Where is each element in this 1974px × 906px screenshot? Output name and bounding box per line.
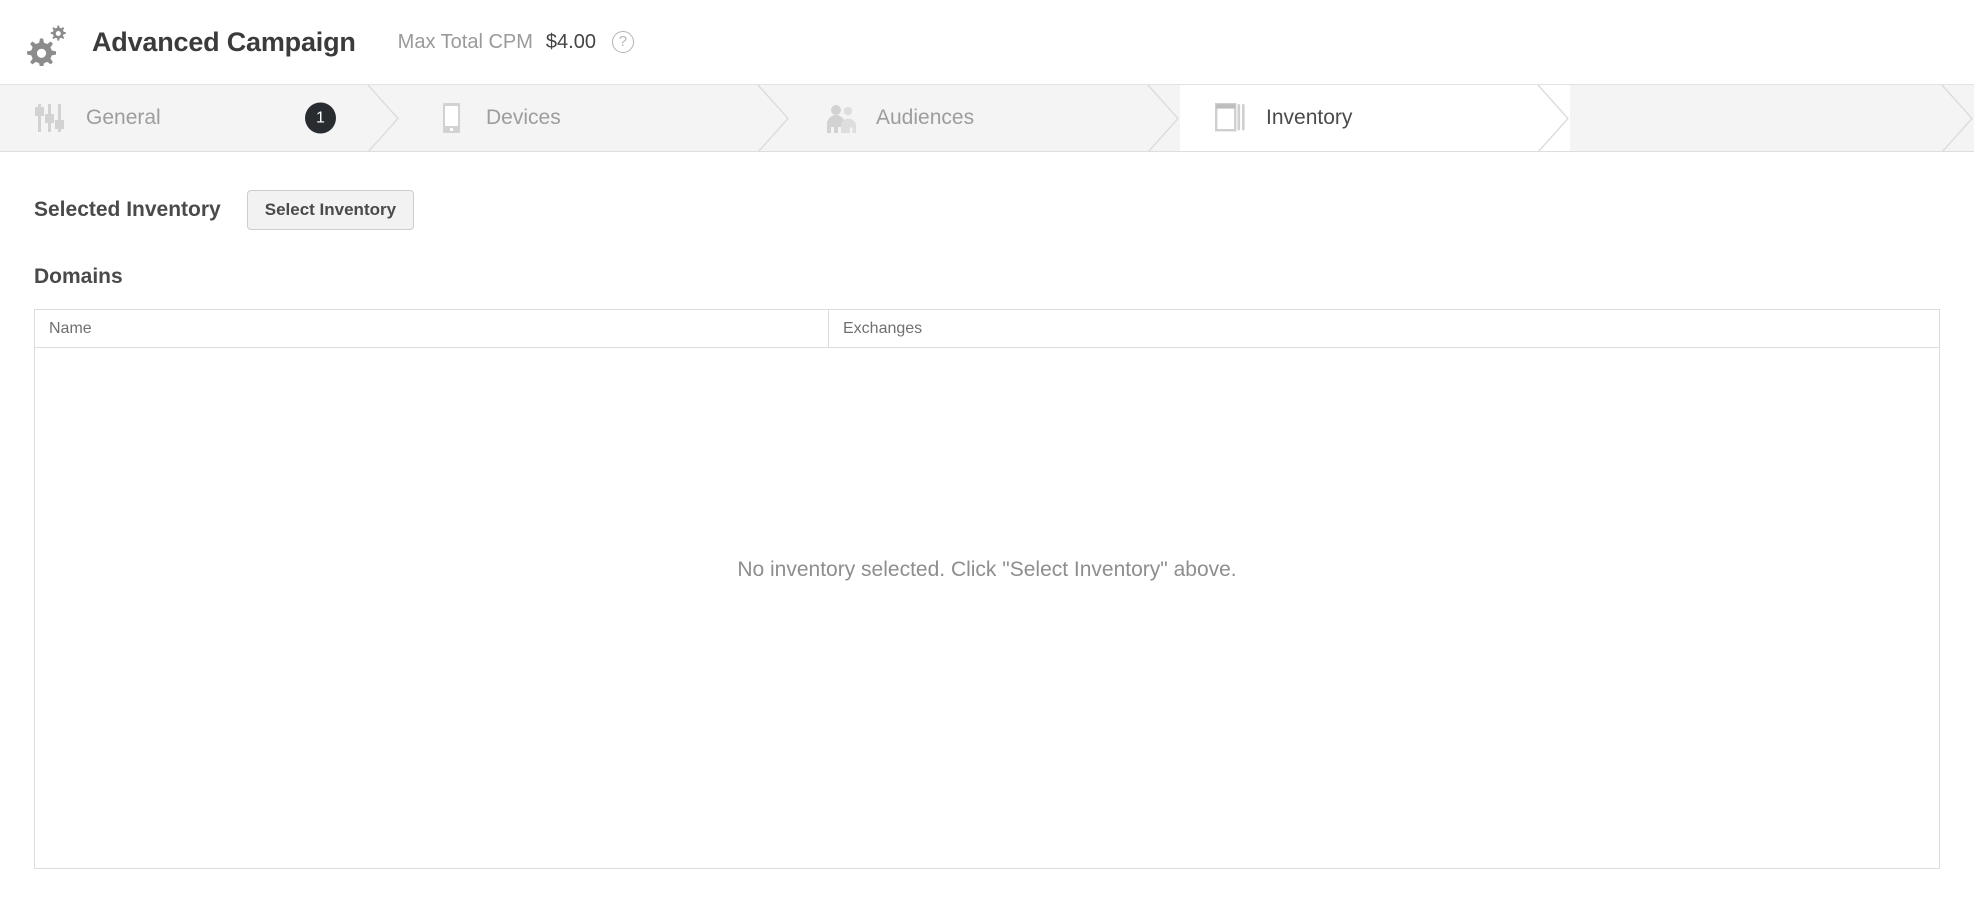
chevron-separator-icon [1537,85,1571,151]
chevron-separator-icon [367,85,401,151]
chevron-separator-icon [1941,85,1974,151]
stepper-overflow-region [1570,85,1974,151]
selected-inventory-heading: Selected Inventory [34,198,221,221]
stepper-label-audiences: Audiences [876,106,975,129]
app-header: Advanced Campaign Max Total CPM $4.00 ? [0,0,1974,85]
selected-inventory-row: Selected Inventory Select Inventory [34,190,1940,230]
stepper-item-audiences[interactable]: Audiences [790,85,1180,151]
max-total-cpm-value: $4.00 [545,30,596,53]
stepper-item-general[interactable]: General 1 [0,85,400,151]
column-header-exchanges[interactable]: Exchanges [829,310,1939,347]
stepper-label-general: General [86,106,161,129]
select-inventory-button[interactable]: Select Inventory [246,190,415,230]
windows-icon [1214,101,1248,135]
page-title: Advanced Campaign [92,26,356,57]
empty-state-message: No inventory selected. Click "Select Inv… [737,558,1237,581]
column-header-name[interactable]: Name [35,310,829,347]
domains-heading: Domains [34,265,123,288]
domains-table-body: No inventory selected. Click "Select Inv… [35,348,1939,868]
tablet-icon [434,101,468,135]
inventory-panel: Selected Inventory Select Inventory Doma… [0,190,1974,869]
gears-icon [24,18,72,68]
stepper-badge-general: 1 [305,102,336,134]
help-circle-icon[interactable]: ? [611,31,634,53]
stepper-item-inventory[interactable]: Inventory [1180,85,1570,151]
domains-table: Name Exchanges No inventory selected. Cl… [34,309,1940,869]
domains-table-header: Name Exchanges [35,310,1939,348]
people-icon [824,101,858,135]
stepper-item-devices[interactable]: Devices [400,85,790,151]
stepper-label-devices: Devices [486,106,561,129]
max-total-cpm-group: Max Total CPM $4.00 ? [398,31,634,54]
campaign-stepper: General 1 Devices Audiences Inventory [0,85,1974,152]
max-total-cpm-label: Max Total CPM [397,30,533,53]
sliders-icon [34,101,68,135]
chevron-separator-icon [1147,85,1181,151]
chevron-separator-icon [757,85,791,151]
stepper-label-inventory: Inventory [1266,106,1353,129]
